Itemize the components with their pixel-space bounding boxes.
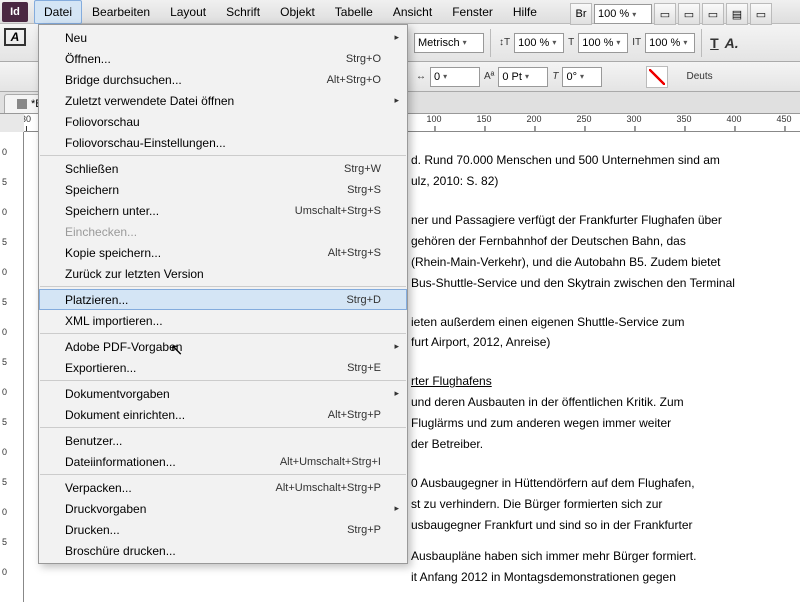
- scale-x-field[interactable]: 100 %: [514, 33, 564, 53]
- skew-icon: T: [550, 71, 560, 82]
- scale-y-icon: T: [566, 37, 576, 48]
- bridge-button[interactable]: Br: [570, 3, 592, 25]
- menu-item-dateiinformationen-[interactable]: Dateiinformationen...Alt+Umschalt+Strg+I: [39, 451, 407, 472]
- menu-bearbeiten[interactable]: Bearbeiten: [82, 0, 160, 24]
- menu-fenster[interactable]: Fenster: [442, 0, 503, 24]
- screen-mode-icon[interactable]: ▭: [750, 3, 772, 25]
- menu-item-neu[interactable]: Neu: [39, 27, 407, 48]
- x-field[interactable]: 0: [430, 67, 480, 87]
- scale-z-icon: IT: [630, 37, 643, 48]
- menu-item-dokumentvorgaben[interactable]: Dokumentvorgaben: [39, 383, 407, 404]
- menu-item-bridge-durchsuchen-[interactable]: Bridge durchsuchen...Alt+Strg+O: [39, 69, 407, 90]
- menu-item--ffnen-[interactable]: Öffnen...Strg+O: [39, 48, 407, 69]
- menu-item-speichern[interactable]: SpeichernStrg+S: [39, 179, 407, 200]
- menu-item-dokument-einrichten-[interactable]: Dokument einrichten...Alt+Strg+P: [39, 404, 407, 425]
- no-fill-icon[interactable]: [646, 66, 668, 88]
- menu-item-verpacken-[interactable]: Verpacken...Alt+Umschalt+Strg+P: [39, 477, 407, 498]
- menu-item-xml-importieren-[interactable]: XML importieren...: [39, 310, 407, 331]
- menu-item-exportieren-[interactable]: Exportieren...Strg+E: [39, 357, 407, 378]
- skew-field[interactable]: 0°: [562, 67, 602, 87]
- file-menu-dropdown: NeuÖffnen...Strg+OBridge durchsuchen...A…: [38, 24, 408, 564]
- menu-item-speichern-unter-[interactable]: Speichern unter...Umschalt+Strg+S: [39, 200, 407, 221]
- menu-item-platzieren-[interactable]: Platzieren...Strg+D: [39, 289, 407, 310]
- menu-item-schlie-en[interactable]: SchließenStrg+W: [39, 158, 407, 179]
- paragraph-style-indicator[interactable]: A: [4, 28, 26, 46]
- menu-item-benutzer-[interactable]: Benutzer...: [39, 430, 407, 451]
- menu-item-drucken-[interactable]: Drucken...Strg+P: [39, 519, 407, 540]
- vertical-ruler: 0 5 0 5 0 5 0 5 0 5 0 5 0 5 0: [0, 132, 24, 602]
- menu-datei[interactable]: Datei: [34, 0, 82, 24]
- menu-item-brosch-re-drucken-[interactable]: Broschüre drucken...: [39, 540, 407, 561]
- view-mode-1-icon[interactable]: ▭: [654, 3, 676, 25]
- menu-item-kopie-speichern-[interactable]: Kopie speichern...Alt+Strg+S: [39, 242, 407, 263]
- scale-x-icon: ↕T: [497, 37, 512, 48]
- menu-item-druckvorgaben[interactable]: Druckvorgaben: [39, 498, 407, 519]
- menu-layout[interactable]: Layout: [160, 0, 216, 24]
- zoom-level[interactable]: 100 %: [594, 4, 652, 24]
- menubar: Id Datei Bearbeiten Layout Schrift Objek…: [0, 0, 800, 24]
- menu-item-adobe-pdf-vorgaben[interactable]: Adobe PDF-Vorgaben: [39, 336, 407, 357]
- scale-y-field[interactable]: 100 %: [578, 33, 628, 53]
- baseline-icon: Aª: [482, 71, 496, 82]
- menu-item-zuletzt-verwendete-datei-ffnen[interactable]: Zuletzt verwendete Datei öffnen: [39, 90, 407, 111]
- language-field[interactable]: Deuts: [684, 71, 714, 82]
- underline-t-icon[interactable]: T: [708, 35, 721, 51]
- scale-z-field[interactable]: 100 %: [645, 33, 695, 53]
- arrange-icon[interactable]: ▤: [726, 3, 748, 25]
- x-icon: ↔: [414, 71, 428, 82]
- menu-item-zur-ck-zur-letzten-version[interactable]: Zurück zur letzten Version: [39, 263, 407, 284]
- baseline-field[interactable]: 0 Pt: [498, 67, 548, 87]
- menu-ansicht[interactable]: Ansicht: [383, 0, 442, 24]
- menu-item-foliovorschau-einstellungen-[interactable]: Foliovorschau-Einstellungen...: [39, 132, 407, 153]
- italic-a-icon[interactable]: A.: [723, 35, 741, 51]
- units-combo[interactable]: Metrisch: [414, 33, 484, 53]
- view-mode-2-icon[interactable]: ▭: [678, 3, 700, 25]
- menu-hilfe[interactable]: Hilfe: [503, 0, 547, 24]
- menu-objekt[interactable]: Objekt: [270, 0, 325, 24]
- app-logo: Id: [2, 2, 28, 22]
- menu-item-einchecken-: Einchecken...: [39, 221, 407, 242]
- view-mode-3-icon[interactable]: ▭: [702, 3, 724, 25]
- menu-item-foliovorschau[interactable]: Foliovorschau: [39, 111, 407, 132]
- menu-schrift[interactable]: Schrift: [216, 0, 270, 24]
- menu-tabelle[interactable]: Tabelle: [325, 0, 383, 24]
